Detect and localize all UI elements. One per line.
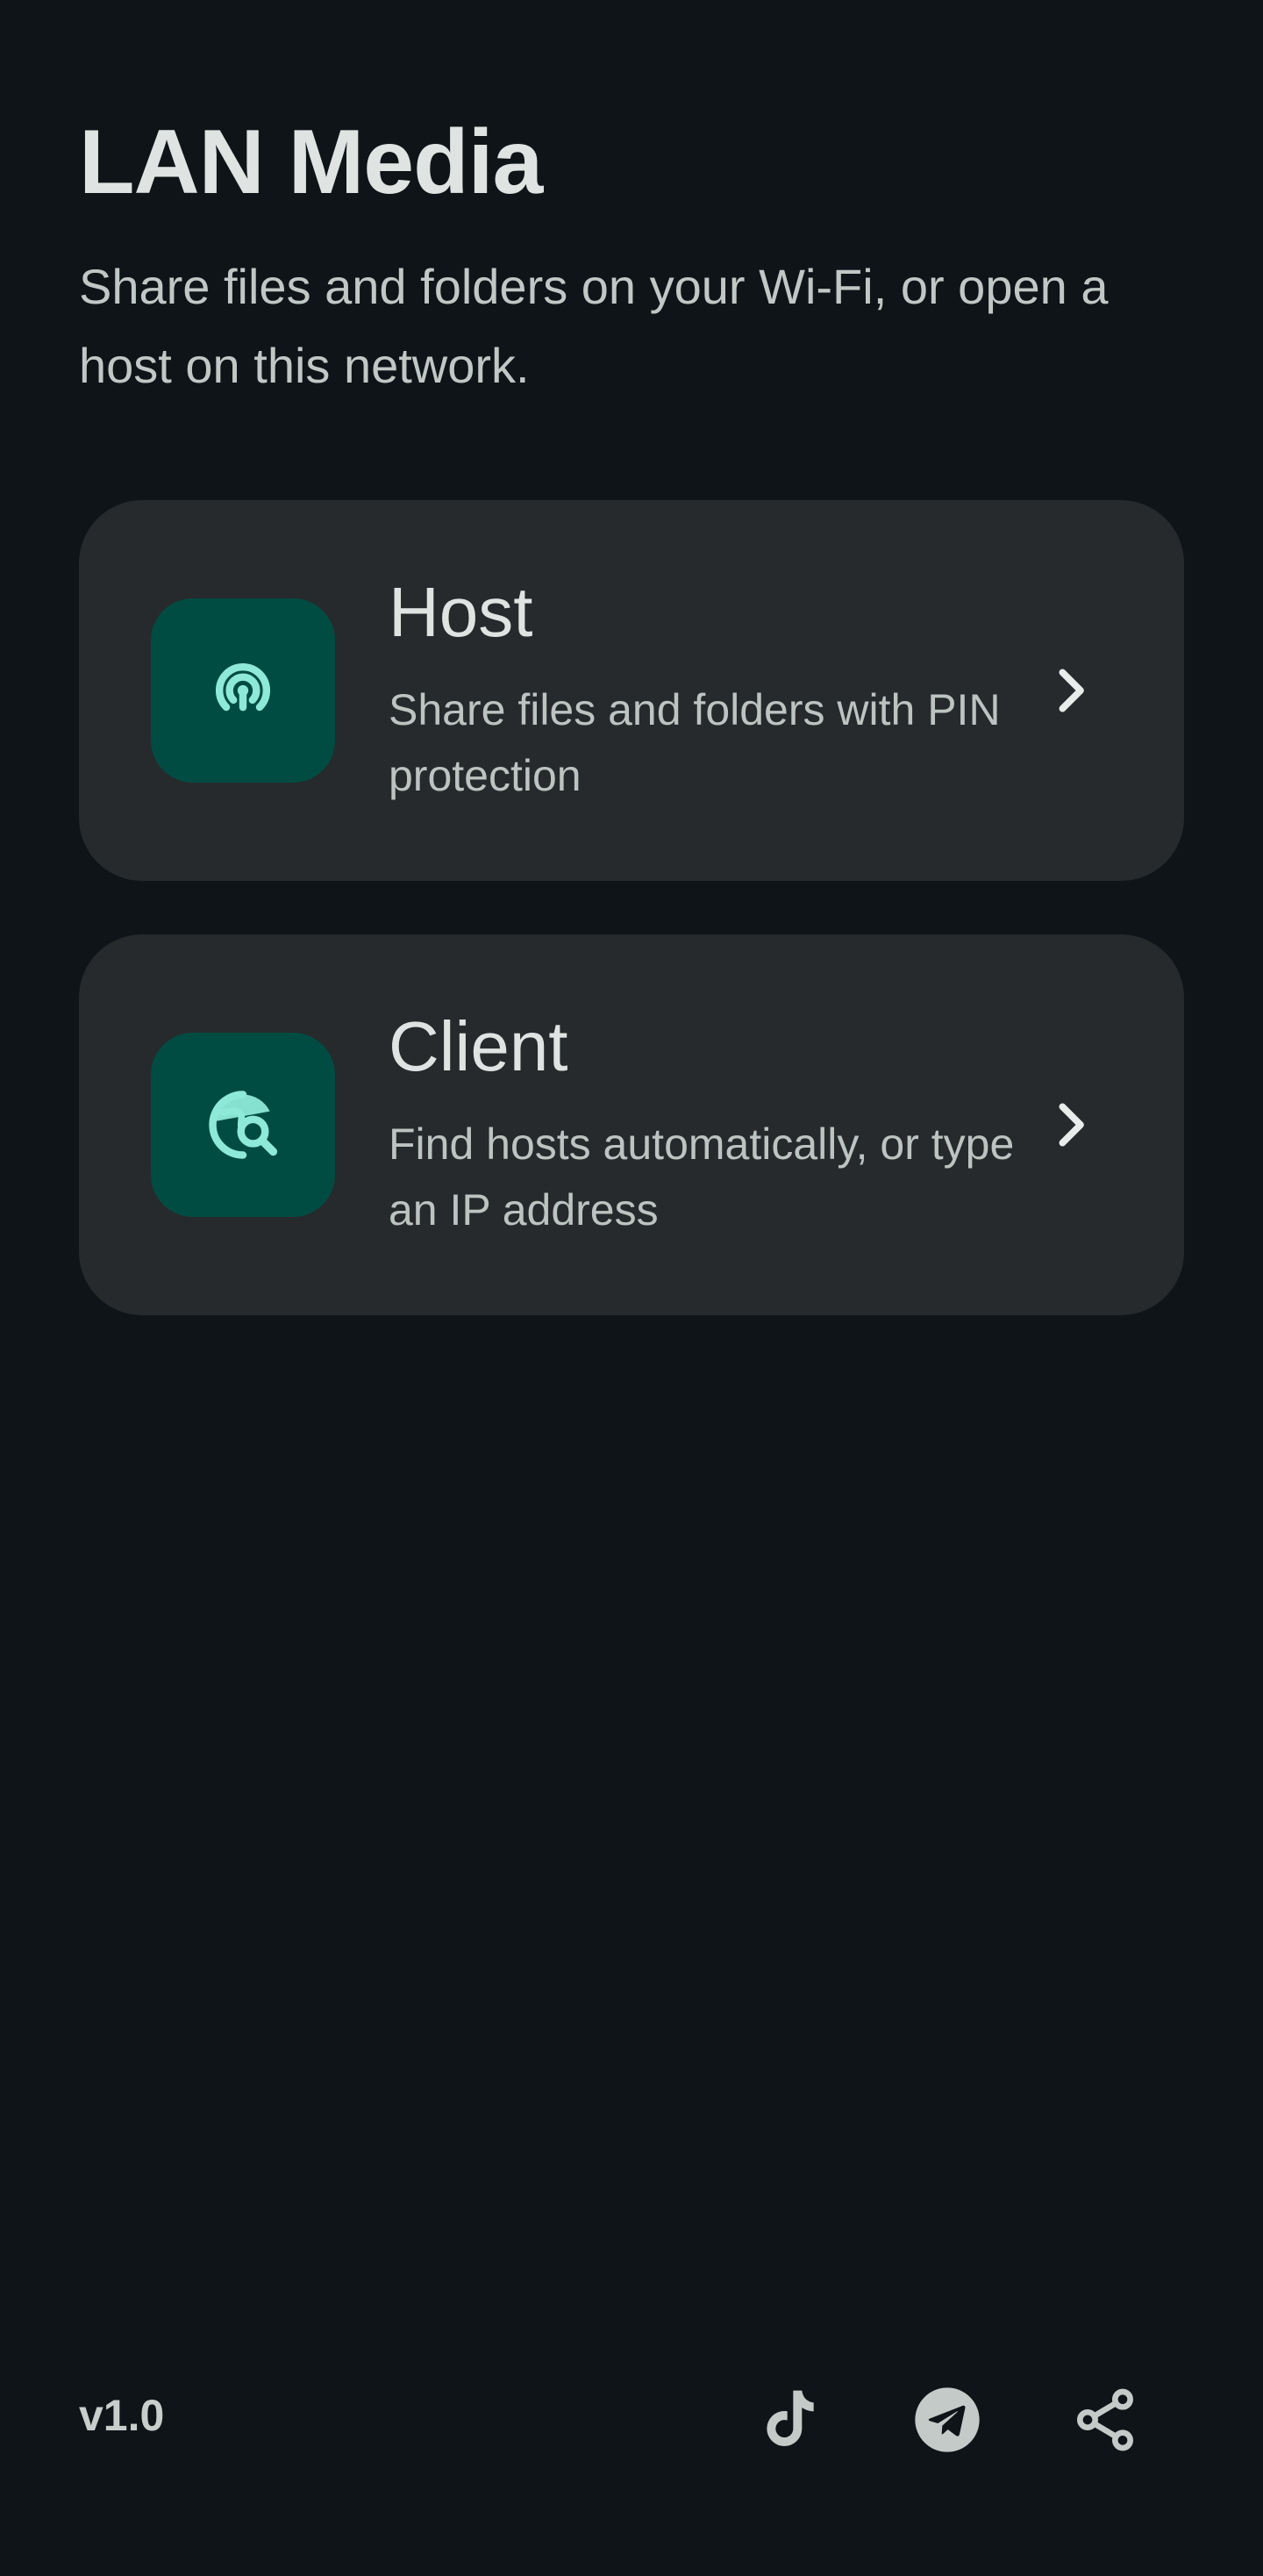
app-version: v1.0 xyxy=(79,2391,165,2440)
share-button[interactable] xyxy=(1067,2381,1144,2458)
client-icon-tile xyxy=(151,1033,335,1217)
network-search-icon xyxy=(209,1091,278,1159)
client-card-title: Client xyxy=(389,1007,568,1085)
host-card-title: Host xyxy=(389,573,533,651)
telegram-button[interactable] xyxy=(909,2381,986,2458)
host-icon-tile xyxy=(151,598,335,783)
tiktok-icon xyxy=(767,2390,814,2446)
share-icon xyxy=(1077,2388,1133,2451)
tiktok-button[interactable] xyxy=(752,2381,829,2458)
broadcast-icon xyxy=(215,662,271,712)
page-subtitle: Share files and folders on your Wi-Fi, o… xyxy=(79,259,1109,393)
chevron-right-icon xyxy=(1059,1103,1084,1147)
client-card[interactable]: Client Find hosts automatically, or type… xyxy=(79,934,1184,1315)
client-card-description: Find hosts automatically, or type an IP … xyxy=(389,1120,1015,1234)
page-title: LAN Media xyxy=(79,111,543,213)
telegram-icon xyxy=(915,2387,980,2452)
home-screen: LAN Media Share files and folders on you… xyxy=(0,0,1263,2576)
host-card-description: Share files and folders with PIN protect… xyxy=(389,685,1001,800)
chevron-right-icon xyxy=(1059,669,1084,712)
host-card[interactable]: Host Share files and folders with PIN pr… xyxy=(79,500,1184,881)
